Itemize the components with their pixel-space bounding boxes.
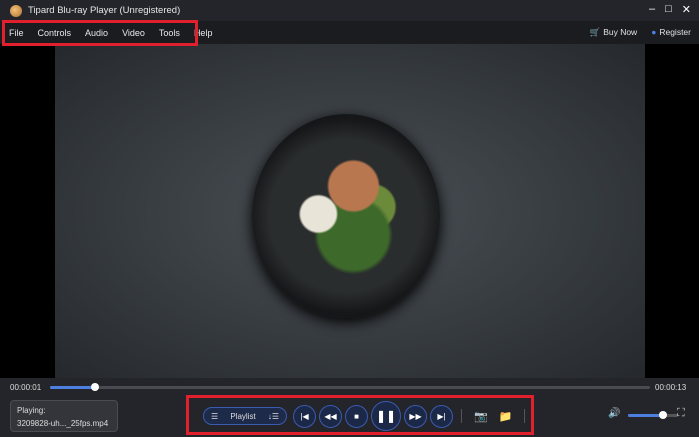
close-icon[interactable]: ✕ [682, 3, 691, 16]
playing-label: Playing: [17, 406, 46, 415]
folder-icon[interactable]: 📁 [499, 410, 513, 423]
divider [461, 409, 462, 423]
sort-icon: ↓☰ [267, 411, 279, 421]
key-icon: ● [651, 27, 657, 37]
progress-fill [50, 386, 95, 389]
register-button[interactable]: ● Register [651, 27, 691, 38]
total-time: 00:00:13 [655, 383, 687, 392]
minimize-icon[interactable]: – [649, 3, 655, 16]
divider [524, 409, 526, 423]
control-panel: 00:00:01 00:00:13 Playing: 3209828-uh...… [0, 378, 699, 437]
playlist-label: Playlist [230, 411, 256, 421]
volume-slider[interactable] [628, 411, 678, 419]
stop-button[interactable]: ■ [345, 404, 368, 428]
current-time: 00:00:01 [10, 383, 42, 392]
pause-button[interactable]: ❚❚ [371, 401, 401, 431]
volume-handle[interactable] [659, 411, 667, 419]
fast-forward-icon: ▶▶ [409, 411, 422, 421]
video-content-bowl [252, 114, 440, 318]
menu-controls[interactable]: Controls [38, 28, 72, 38]
title-bar: Tipard Blu-ray Player (Unregistered) – □… [0, 0, 699, 21]
rewind-button[interactable]: ◀◀ [319, 404, 342, 428]
stop-icon: ■ [354, 411, 359, 421]
pause-icon: ❚❚ [375, 409, 397, 423]
skip-next-icon: ▶| [437, 411, 446, 421]
video-frame [55, 44, 645, 378]
next-button[interactable]: ▶| [430, 404, 453, 428]
menu-tools[interactable]: Tools [159, 28, 180, 38]
skip-previous-icon: |◀ [300, 411, 309, 421]
file-name: 3209828-uh..._25fps.mp4 [17, 419, 109, 428]
playlist-button[interactable]: ☰ Playlist ↓☰ [203, 407, 287, 425]
previous-button[interactable]: |◀ [293, 404, 316, 428]
volume-icon[interactable]: 🔊 [608, 408, 620, 419]
menu-video[interactable]: Video [122, 28, 145, 38]
buy-now-label: Buy Now [603, 27, 638, 37]
window-title: Tipard Blu-ray Player (Unregistered) [28, 5, 181, 16]
menu-audio[interactable]: Audio [85, 28, 108, 38]
rewind-icon: ◀◀ [324, 411, 337, 421]
fast-forward-button[interactable]: ▶▶ [404, 404, 427, 428]
menu-file[interactable]: File [9, 28, 24, 38]
progress-handle[interactable] [91, 383, 99, 391]
buy-now-button[interactable]: 🛒 Buy Now [590, 27, 638, 38]
list-icon: ☰ [211, 411, 219, 421]
camera-icon[interactable]: 📷 [474, 410, 488, 423]
progress-slider[interactable] [50, 383, 650, 391]
volume-fill [628, 414, 663, 417]
video-area[interactable] [0, 44, 699, 378]
menu-help[interactable]: Help [194, 28, 213, 38]
cart-icon: 🛒 [589, 27, 601, 37]
maximize-icon[interactable]: □ [665, 3, 672, 16]
register-label: Register [659, 27, 691, 37]
now-playing-box: Playing: 3209828-uh..._25fps.mp4 [10, 400, 118, 432]
app-logo-icon [10, 4, 22, 17]
fullscreen-icon[interactable]: ⛶ [677, 407, 685, 420]
